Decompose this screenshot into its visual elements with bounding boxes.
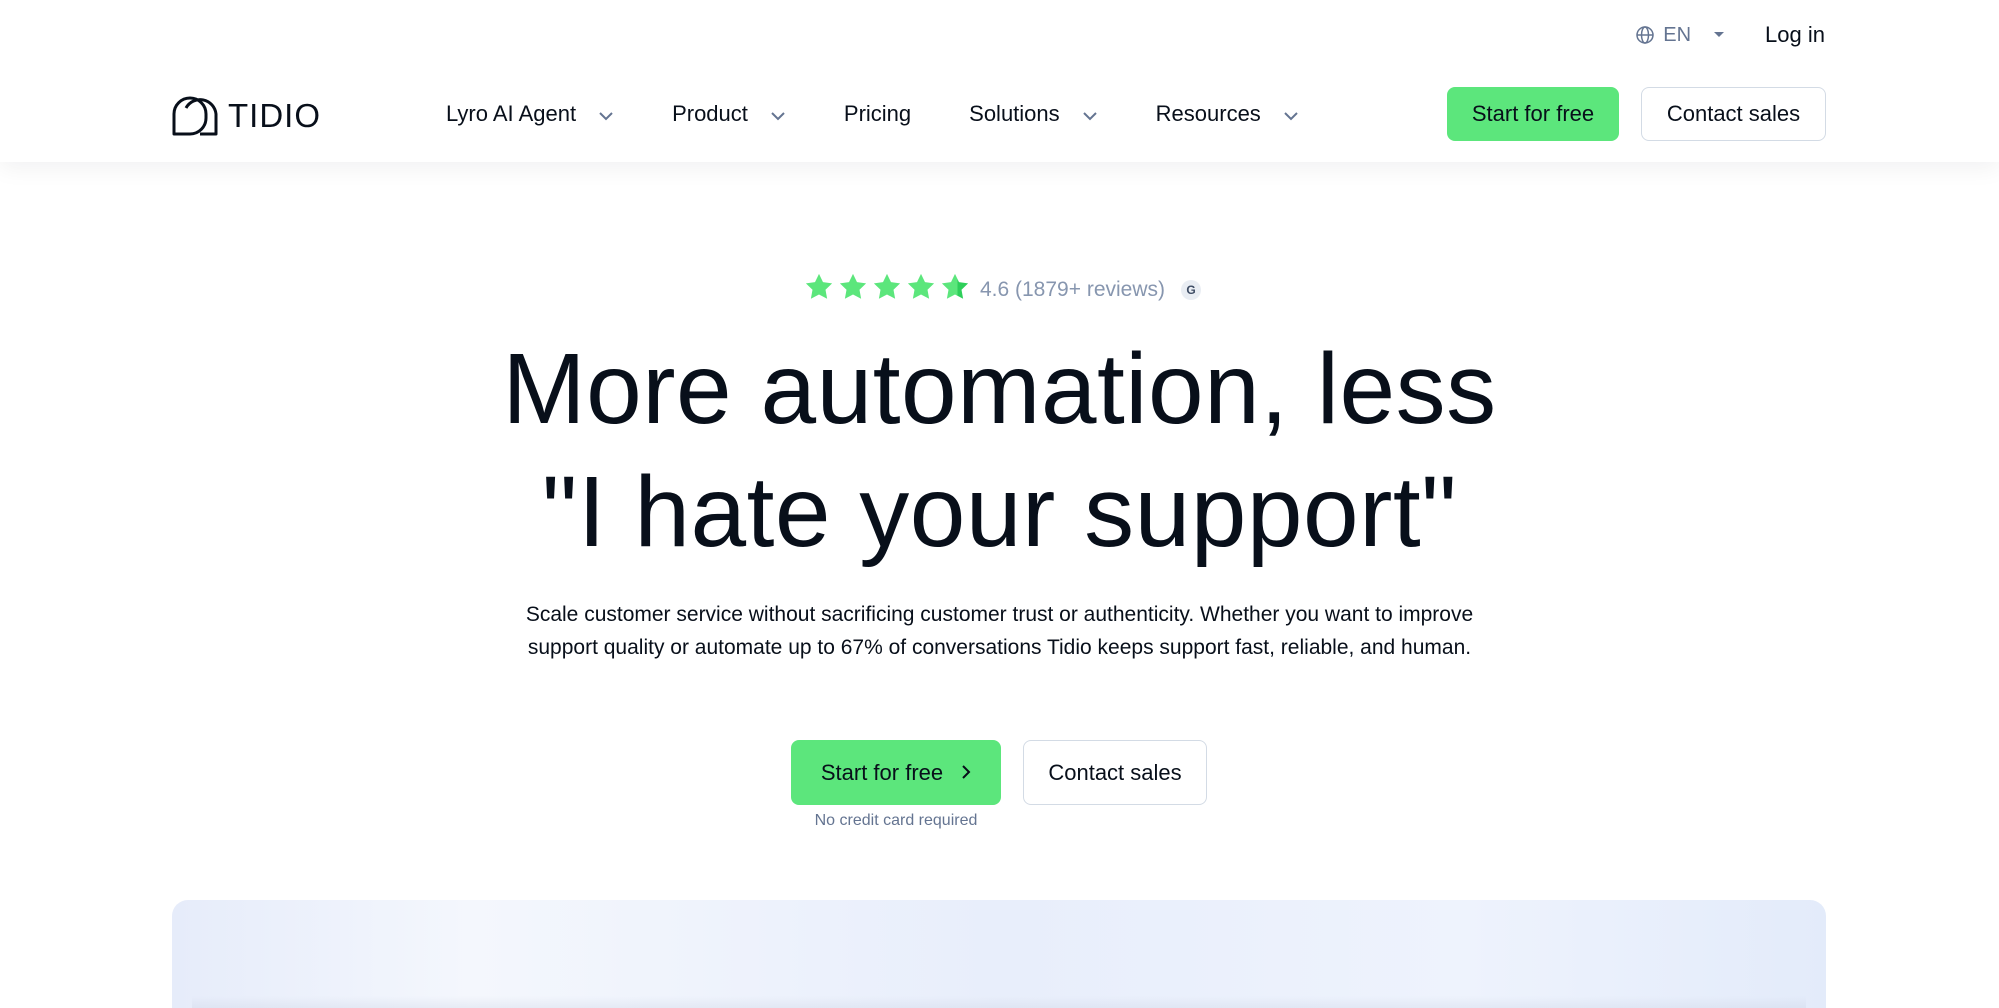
nav-item-label: Product (672, 101, 748, 126)
star-icon (906, 272, 936, 307)
headline-line-1: More automation, less (502, 333, 1497, 445)
chevron-down-icon (770, 101, 786, 127)
language-label: EN (1663, 23, 1692, 46)
logo-text: TIDIO (228, 96, 321, 134)
headline-line-2: "I hate your support" (541, 456, 1458, 568)
g2-icon: G (1181, 279, 1201, 300)
star-icon (838, 272, 868, 307)
header-start-free-button[interactable]: Start for free (1447, 87, 1619, 141)
rating-row: 4.6 (1879+ reviews) G (0, 272, 1999, 307)
language-selector[interactable]: EN (1635, 24, 1725, 47)
star-rating (804, 272, 970, 307)
globe-icon (1635, 25, 1655, 45)
tidio-logo[interactable]: TIDIO (172, 90, 321, 141)
nav-item-lyro-ai-agent[interactable]: Lyro AI Agent (446, 101, 614, 127)
nav-item-resources[interactable]: Resources (1156, 101, 1299, 127)
nav-item-pricing[interactable]: Pricing (844, 101, 911, 127)
main-nav: Lyro AI Agent Product Pricing Solutions … (446, 96, 1299, 132)
nav-item-label: Lyro AI Agent (446, 101, 577, 126)
site-header: EN Log in TIDIO Lyro AI Agent Product Pr… (0, 0, 1999, 162)
hero-subtext: Scale customer service without sacrifici… (0, 598, 1999, 664)
preview-shadow (192, 996, 1806, 1008)
nav-item-solutions[interactable]: Solutions (969, 101, 1098, 127)
nav-item-label: Pricing (843, 101, 912, 126)
caret-down-icon (1713, 31, 1725, 39)
hero-start-free-label: Start for free (820, 759, 944, 785)
login-link[interactable]: Log in (1765, 22, 1825, 48)
hero-contact-sales-button[interactable]: Contact sales (1023, 740, 1207, 805)
subtext-line-1: Scale customer service without sacrifici… (525, 603, 1474, 626)
product-preview-panel (172, 900, 1826, 1008)
rating-text: 4.6 (1879+ reviews) (979, 277, 1165, 301)
top-utility-bar: EN Log in (1635, 20, 1825, 50)
nav-item-label: Resources (1155, 101, 1261, 126)
hero-start-free-button[interactable]: Start for free (791, 740, 1001, 805)
star-icon (872, 272, 902, 307)
nav-item-product[interactable]: Product (672, 101, 786, 127)
hero-headline: More automation, less "I hate your suppo… (0, 328, 1999, 574)
chevron-down-icon (1283, 101, 1299, 127)
star-icon (804, 272, 834, 307)
star-half-icon (940, 272, 970, 307)
chevron-down-icon (1082, 101, 1098, 127)
nav-item-label: Solutions (969, 101, 1060, 126)
no-credit-card-note: No credit card required (814, 812, 978, 829)
chevron-down-icon (598, 101, 614, 127)
header-contact-sales-button[interactable]: Contact sales (1641, 87, 1826, 141)
chevron-right-icon (961, 760, 971, 786)
tidio-logo-icon (172, 90, 218, 141)
subtext-line-2: support quality or automate up to 67% of… (527, 636, 1472, 659)
